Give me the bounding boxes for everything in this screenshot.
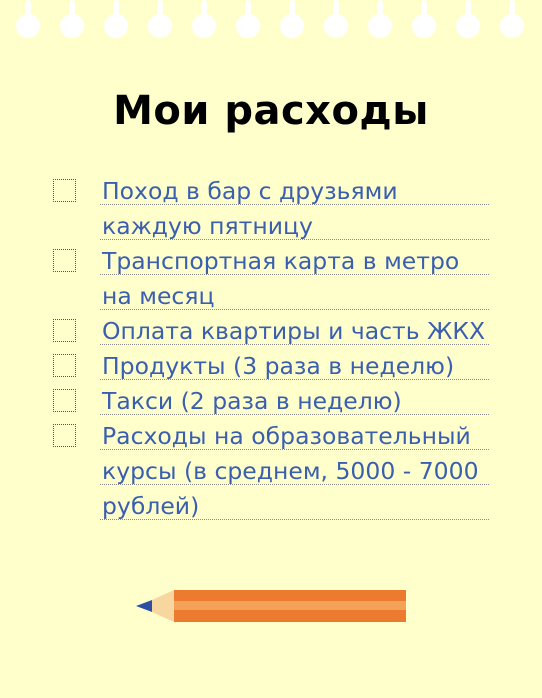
page-title: Мои расходы	[113, 88, 429, 134]
dotted-rule	[100, 204, 489, 205]
binding-ring	[69, 0, 75, 24]
dotted-rule	[100, 379, 489, 380]
checkbox[interactable]	[53, 249, 76, 272]
dotted-rule	[100, 414, 489, 415]
dotted-rule	[100, 519, 489, 520]
checkbox[interactable]	[53, 179, 76, 202]
binding-ring	[113, 0, 119, 24]
notepad-binding-holes	[0, 0, 542, 40]
pencil-icon	[136, 590, 406, 622]
dotted-rule	[100, 449, 489, 450]
dotted-rule	[100, 239, 489, 240]
dotted-rule	[100, 274, 489, 275]
binding-ring	[377, 0, 383, 24]
binding-ring	[157, 0, 163, 24]
binding-ring	[289, 0, 295, 24]
checkbox[interactable]	[53, 424, 76, 447]
dotted-rule	[100, 309, 489, 310]
binding-ring	[245, 0, 251, 24]
dotted-rule	[100, 344, 489, 345]
checkbox[interactable]	[53, 319, 76, 342]
binding-ring	[201, 0, 207, 24]
binding-ring	[333, 0, 339, 24]
dotted-rule	[100, 484, 489, 485]
binding-ring	[25, 0, 31, 24]
checkbox[interactable]	[53, 354, 76, 377]
checkbox[interactable]	[53, 389, 76, 412]
binding-ring	[465, 0, 471, 24]
binding-ring	[421, 0, 427, 24]
binding-ring	[509, 0, 515, 24]
